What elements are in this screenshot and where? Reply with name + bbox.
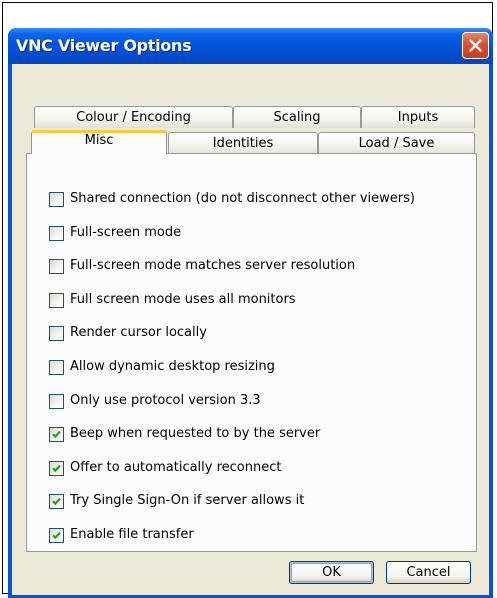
option-checkbox[interactable] xyxy=(49,427,64,442)
option-checkbox[interactable] xyxy=(49,192,64,207)
option-label: Offer to automatically reconnect xyxy=(70,460,282,475)
dialog-client-area: Colour / Encoding Scaling Inputs Misc Id… xyxy=(12,64,489,595)
option-checkbox[interactable] xyxy=(49,326,64,341)
close-button[interactable] xyxy=(462,32,489,59)
close-icon xyxy=(469,39,482,52)
tab-identities[interactable]: Identities xyxy=(168,132,318,154)
option-label: Render cursor locally xyxy=(70,325,207,340)
checkmark-icon xyxy=(52,430,61,439)
option-checkbox[interactable] xyxy=(49,494,64,509)
window-title: VNC Viewer Options xyxy=(16,36,192,55)
option-label: Full-screen mode xyxy=(70,225,182,240)
checkmark-icon xyxy=(52,497,61,506)
ok-button[interactable]: OK xyxy=(289,561,374,584)
checkmark-icon xyxy=(52,464,61,473)
option-checkbox[interactable] xyxy=(49,528,64,543)
option-checkbox[interactable] xyxy=(49,259,64,274)
options-dialog: VNC Viewer Options Colour / Encoding Sca… xyxy=(8,28,493,598)
tab-colour-encoding[interactable]: Colour / Encoding xyxy=(34,106,233,128)
option-label: Allow dynamic desktop resizing xyxy=(70,359,275,374)
option-checkbox[interactable] xyxy=(49,394,64,409)
option-label: Beep when requested to by the server xyxy=(70,426,321,441)
option-checkbox[interactable] xyxy=(49,461,64,476)
tab-load-save[interactable]: Load / Save xyxy=(318,132,475,154)
option-label: Enable file transfer xyxy=(70,527,194,542)
tab-misc[interactable]: Misc xyxy=(31,130,167,154)
option-label: Shared connection (do not disconnect oth… xyxy=(70,191,415,206)
title-bar[interactable]: VNC Viewer Options xyxy=(8,28,493,64)
option-label: Full screen mode uses all monitors xyxy=(70,292,296,307)
option-checkbox[interactable] xyxy=(49,360,64,375)
tab-inputs[interactable]: Inputs xyxy=(361,106,475,128)
tab-scaling[interactable]: Scaling xyxy=(233,106,361,128)
option-checkbox[interactable] xyxy=(49,226,64,241)
option-checkbox[interactable] xyxy=(49,293,64,308)
cancel-button[interactable]: Cancel xyxy=(386,561,471,584)
misc-tab-panel: Shared connection (do not disconnect oth… xyxy=(26,153,477,552)
option-label: Full-screen mode matches server resoluti… xyxy=(70,258,356,273)
option-label: Try Single Sign-On if server allows it xyxy=(70,493,305,508)
option-label: Only use protocol version 3.3 xyxy=(70,393,261,408)
tab-misc-label: Misc xyxy=(84,133,114,148)
checkmark-icon xyxy=(52,531,61,540)
